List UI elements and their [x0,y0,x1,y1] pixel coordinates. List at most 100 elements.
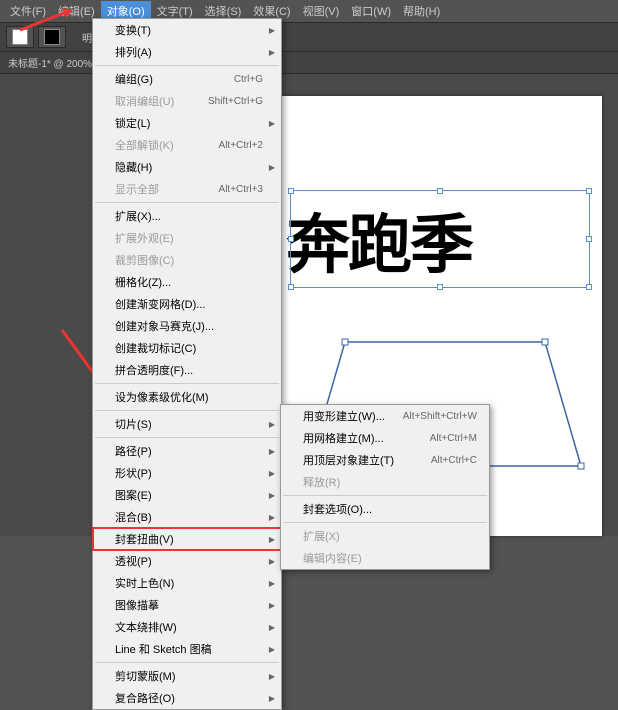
submenu-separator [283,522,487,523]
menu-separator [95,383,279,384]
stroke-swatch-button[interactable] [38,26,66,48]
menu-item-label: 变换(T) [115,22,151,38]
menu-item-label: 混合(B) [115,509,152,525]
submenu-item: 扩展(X) [281,525,489,547]
handle-se[interactable] [586,284,592,290]
menu-item-label: 扩展(X)... [115,208,161,224]
menu-item: 扩展外观(E) [93,227,281,249]
menu-item[interactable]: 图像描摹 [93,594,281,616]
menu-item[interactable]: 实时上色(N) [93,572,281,594]
submenu-item-label: 用网格建立(M)... [303,430,384,446]
menu-item[interactable]: Line 和 Sketch 图稿 [93,638,281,660]
menu-item[interactable]: 剪切蒙版(M) [93,665,281,687]
menubar-item-8[interactable]: 帮助(H) [397,1,446,21]
menu-item-label: 形状(P) [115,465,152,481]
menu-item[interactable]: 变换(T) [93,19,281,41]
submenu-item[interactable]: 用顶层对象建立(T)Alt+Ctrl+C [281,449,489,471]
handle-w[interactable] [288,236,294,242]
menu-item-label: 切片(S) [115,416,152,432]
menu-item-label: 路径(P) [115,443,152,459]
menu-item[interactable]: 扩展(X)... [93,205,281,227]
menu-item-label: 栅格化(Z)... [115,274,171,290]
handle-n[interactable] [437,188,443,194]
menu-item-label: 图案(E) [115,487,152,503]
menu-separator [95,410,279,411]
menu-item-label: 封套扭曲(V) [115,531,174,547]
menu-item-label: 创建渐变网格(D)... [115,296,205,312]
menu-item-label: 图像描摹 [115,597,159,613]
handle-nw[interactable] [288,188,294,194]
menu-item-label: 拼合透明度(F)... [115,362,193,378]
menu-item[interactable]: 图案(E) [93,484,281,506]
submenu-item-label: 编辑内容(E) [303,550,362,566]
menu-item-label: 排列(A) [115,44,152,60]
handle-ne[interactable] [586,188,592,194]
menu-item-label: 设为像素级优化(M) [115,389,209,405]
menu-item[interactable]: 文本绕排(W) [93,616,281,638]
submenu-item[interactable]: 用网格建立(M)... Alt+Ctrl+M [281,427,489,449]
menu-separator [95,437,279,438]
submenu-item-label: 用变形建立(W)... [303,408,385,424]
submenu-item: 释放(R) [281,471,489,493]
fill-swatch-button[interactable] [6,26,34,48]
submenu-item-label: 封套选项(O)... [303,501,372,517]
menu-item-shortcut: Alt+Ctrl+2 [219,140,263,151]
menu-item-label: 扩展外观(E) [115,230,174,246]
menu-item[interactable]: 创建裁切标记(C) [93,337,281,359]
submenu-item-shortcut: Alt+Ctrl+M [430,433,477,444]
menu-separator [95,65,279,66]
menu-item-label: 创建对象马赛克(J)... [115,318,214,334]
menu-item[interactable]: 复合路径(O) [93,687,281,709]
menu-separator [95,202,279,203]
handle-s[interactable] [437,284,443,290]
menu-item-label: Line 和 Sketch 图稿 [115,641,212,657]
menubar-item-6[interactable]: 视图(V) [297,1,346,21]
menu-item-shortcut: Ctrl+G [234,74,263,85]
menu-item-label: 隐藏(H) [115,159,152,175]
menu-item[interactable]: 拼合透明度(F)... [93,359,281,381]
submenu-item-label: 释放(R) [303,474,340,490]
menu-item-label: 显示全部 [115,181,159,197]
submenu-item-label: 扩展(X) [303,528,340,544]
submenu-item[interactable]: 封套选项(O)... [281,498,489,520]
menu-item-label: 实时上色(N) [115,575,174,591]
menu-separator [95,662,279,663]
menu-item[interactable]: 隐藏(H) [93,156,281,178]
handle-e[interactable] [586,236,592,242]
menu-item: 显示全部Alt+Ctrl+3 [93,178,281,200]
menu-item-label: 取消编组(U) [115,93,174,109]
menubar-item-0[interactable]: 文件(F) [4,1,52,21]
submenu-item-label: 用顶层对象建立(T) [303,452,394,468]
submenu-item-shortcut: Alt+Shift+Ctrl+W [403,411,477,422]
menu-item-label: 锁定(L) [115,115,150,131]
handle-sw[interactable] [288,284,294,290]
submenu-item: 编辑内容(E) [281,547,489,569]
menu-item: 全部解锁(K) Alt+Ctrl+2 [93,134,281,156]
menu-item-label: 文本绕排(W) [115,619,177,635]
submenu-separator [283,495,487,496]
swatch-white [12,29,28,45]
menu-item-label: 剪切蒙版(M) [115,668,176,684]
menu-item[interactable]: 封套扭曲(V) [93,528,281,550]
swatch-black [44,29,60,45]
submenu-item[interactable]: 用变形建立(W)... Alt+Shift+Ctrl+W [281,405,489,427]
menubar-item-7[interactable]: 窗口(W) [345,1,397,21]
menu-item[interactable]: 锁定(L) [93,112,281,134]
menu-item-shortcut: Shift+Ctrl+G [208,96,263,107]
menu-item[interactable]: 切片(S) [93,413,281,435]
menu-item[interactable]: 排列(A) [93,41,281,63]
menu-item[interactable]: 创建对象马赛克(J)... [93,315,281,337]
menu-item[interactable]: 编组(G)Ctrl+G [93,68,281,90]
selection-bbox [290,190,590,288]
menu-item[interactable]: 设为像素级优化(M) [93,386,281,408]
document-tab[interactable]: 未标题-1* @ 200% [8,55,92,70]
menu-item-label: 全部解锁(K) [115,137,174,153]
menu-item[interactable]: 形状(P) [93,462,281,484]
menu-item[interactable]: 栅格化(Z)... [93,271,281,293]
menu-item[interactable]: 创建渐变网格(D)... [93,293,281,315]
menu-item[interactable]: 透视(P) [93,550,281,572]
menu-item-label: 透视(P) [115,553,152,569]
menu-item[interactable]: 混合(B) [93,506,281,528]
object-menu-dropdown: 变换(T) 排列(A) 编组(G)Ctrl+G 取消编组(U) Shift+Ctrl+G… [92,18,282,710]
menu-item[interactable]: 路径(P) [93,440,281,462]
